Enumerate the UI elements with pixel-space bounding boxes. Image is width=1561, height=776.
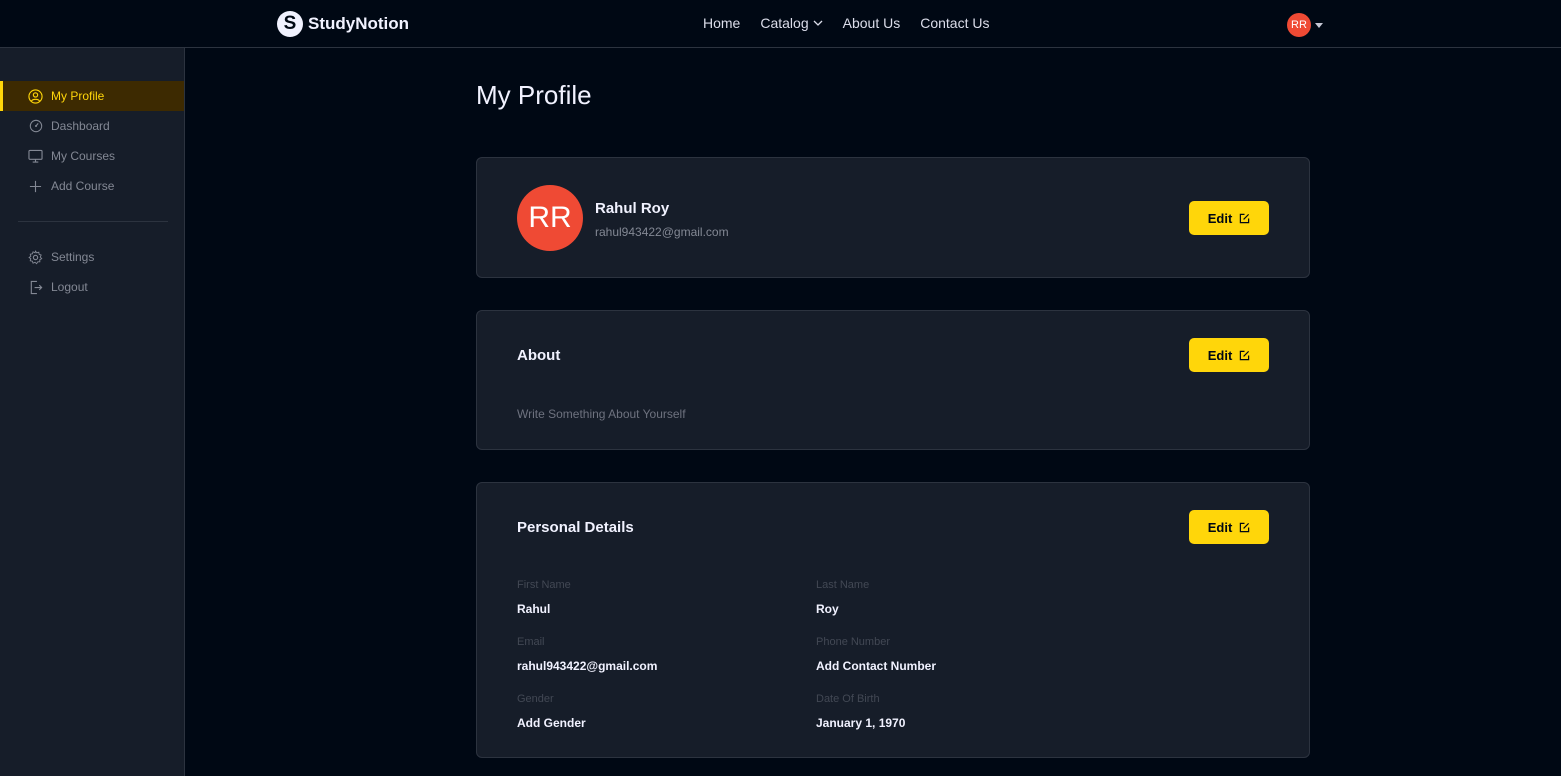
sidebar-item-settings[interactable]: Settings xyxy=(0,242,184,272)
edit-icon xyxy=(1240,350,1250,360)
gender-label: Gender xyxy=(517,693,554,705)
monitor-icon xyxy=(28,149,43,164)
phone-number-label: Phone Number xyxy=(816,636,890,648)
about-title: About xyxy=(517,347,561,364)
sidebar-item-label: Add Course xyxy=(51,179,115,193)
sidebar-item-my-courses[interactable]: My Courses xyxy=(0,141,184,171)
nav-about-us[interactable]: About Us xyxy=(843,15,901,31)
nav-home[interactable]: Home xyxy=(703,15,740,31)
edit-icon xyxy=(1240,522,1250,532)
first-name-label: First Name xyxy=(517,579,571,591)
sidebar-item-label: My Profile xyxy=(51,89,105,103)
about-card: About Edit Write Something About Yoursel… xyxy=(476,310,1310,450)
last-name-label: Last Name xyxy=(816,579,870,591)
edit-button-label: Edit xyxy=(1207,519,1233,535)
sidebar: My Profile Dashboard My Courses Add Cour… xyxy=(0,48,185,776)
nav-catalog-label: Catalog xyxy=(760,15,809,31)
page-title: My Profile xyxy=(476,80,592,110)
date-of-birth-label: Date Of Birth xyxy=(816,693,880,705)
profile-email: rahul943422@gmail.com xyxy=(595,225,729,239)
edit-icon xyxy=(1240,213,1250,223)
nav-catalog[interactable]: Catalog xyxy=(760,15,823,31)
personal-details-title: Personal Details xyxy=(517,519,634,536)
profile-name: Rahul Roy xyxy=(595,200,670,217)
last-name-value: Roy xyxy=(816,602,839,616)
gender-value: Add Gender xyxy=(517,716,586,730)
dashboard-icon xyxy=(28,119,43,134)
user-menu[interactable]: RR xyxy=(1287,13,1323,37)
edit-button-label: Edit xyxy=(1207,210,1233,226)
email-label: Email xyxy=(517,636,545,648)
first-name-value: Rahul xyxy=(517,602,551,616)
sidebar-item-add-course[interactable]: Add Course xyxy=(0,171,184,201)
sidebar-item-label: My Courses xyxy=(51,149,116,163)
avatar: RR xyxy=(517,185,583,251)
about-text: Write Something About Yourself xyxy=(517,407,686,421)
studynotion-logo-icon: S xyxy=(277,11,303,37)
sidebar-item-label: Logout xyxy=(51,280,88,294)
edit-about-button[interactable]: Edit xyxy=(1189,338,1269,372)
sidebar-item-label: Dashboard xyxy=(51,119,110,133)
avatar: RR xyxy=(1287,13,1311,37)
edit-profile-button[interactable]: Edit xyxy=(1189,201,1269,235)
logout-icon xyxy=(28,280,43,295)
main-nav: Home Catalog About Us Contact Us xyxy=(703,15,989,31)
caret-down-icon xyxy=(1315,22,1323,28)
sidebar-item-logout[interactable]: Logout xyxy=(0,272,184,302)
phone-number-value: Add Contact Number xyxy=(816,659,936,673)
sidebar-item-dashboard[interactable]: Dashboard xyxy=(0,111,184,141)
gear-icon xyxy=(28,249,43,265)
nav-contact-us[interactable]: Contact Us xyxy=(920,15,989,31)
sidebar-item-my-profile[interactable]: My Profile xyxy=(0,81,184,111)
edit-button-label: Edit xyxy=(1207,347,1233,363)
email-value: rahul943422@gmail.com xyxy=(517,659,658,673)
top-navbar: S StudyNotion Home Catalog About Us Cont… xyxy=(0,0,1561,48)
edit-personal-details-button[interactable]: Edit xyxy=(1189,510,1269,544)
brand-name: StudyNotion xyxy=(308,14,410,33)
profile-card: RR Rahul Roy rahul943422@gmail.com Edit xyxy=(476,157,1310,278)
brand-logo-link[interactable]: S StudyNotion xyxy=(277,10,409,38)
sidebar-divider xyxy=(18,221,168,222)
plus-icon xyxy=(28,179,43,194)
sidebar-item-label: Settings xyxy=(51,250,95,264)
chevron-down-icon xyxy=(813,20,823,26)
user-circle-icon xyxy=(28,88,43,104)
date-of-birth-value: January 1, 1970 xyxy=(816,716,906,730)
personal-details-card: Personal Details Edit First Name Rahul L… xyxy=(476,482,1310,758)
